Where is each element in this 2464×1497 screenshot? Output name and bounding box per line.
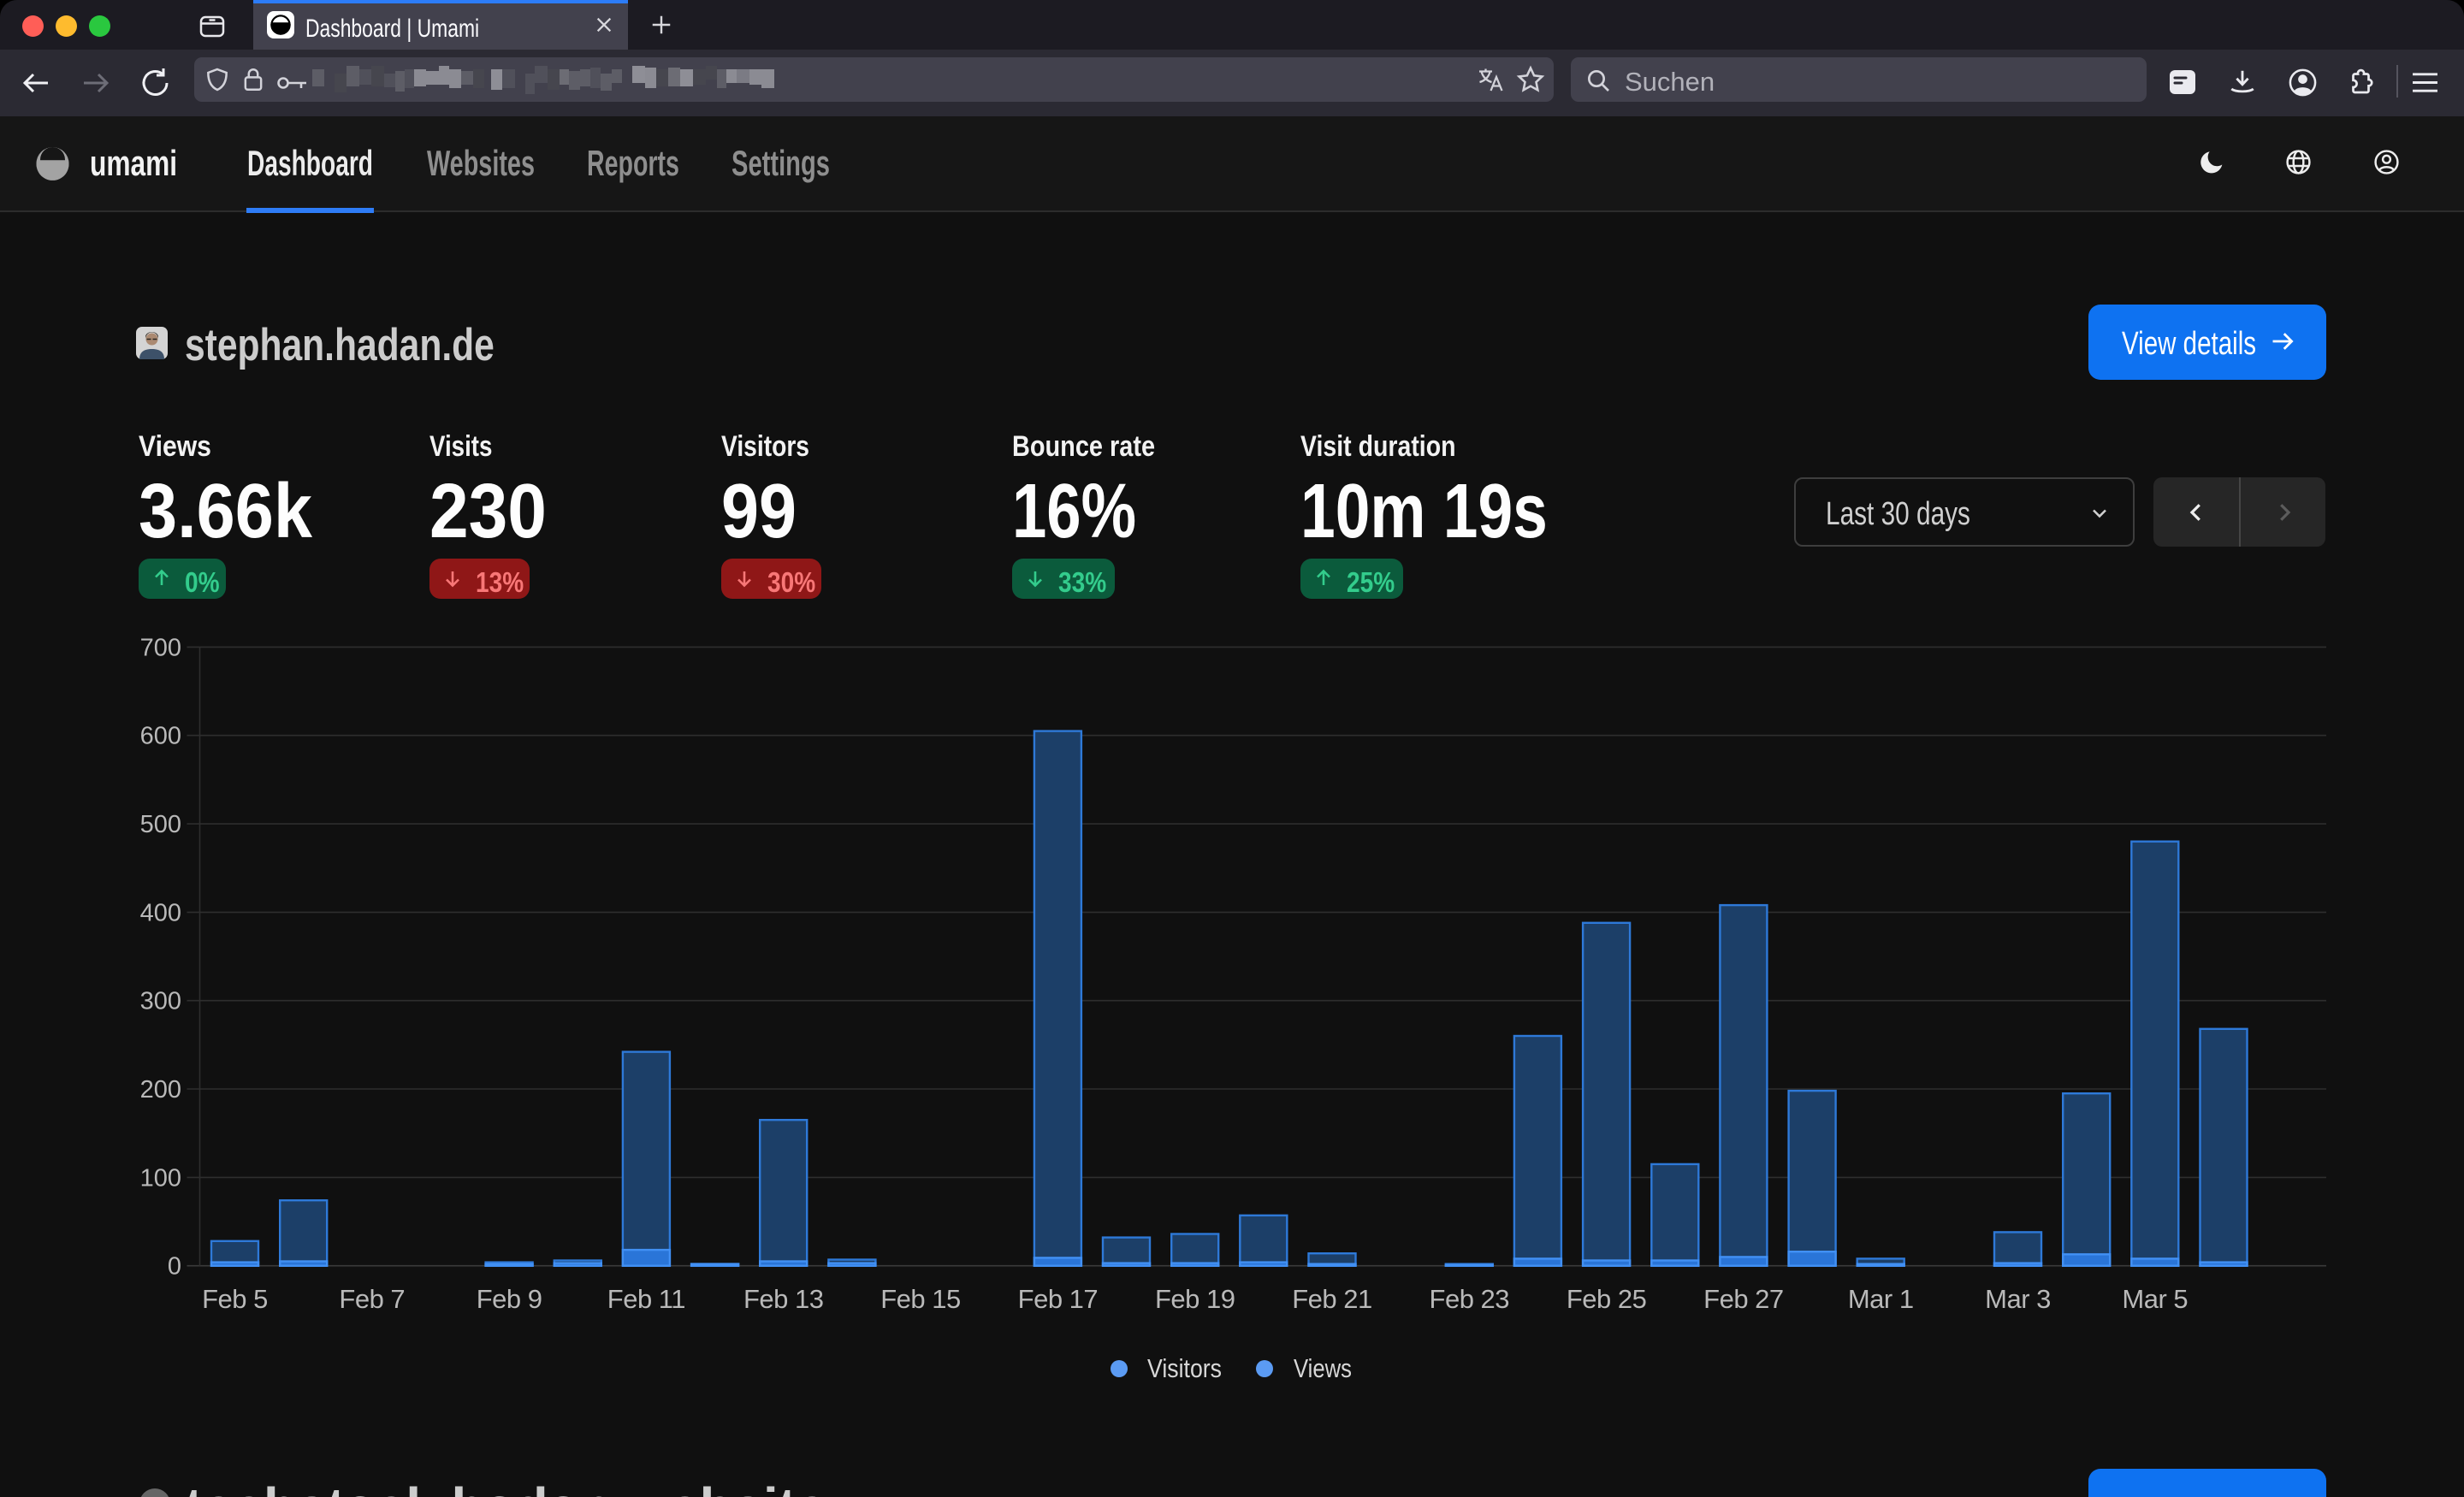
svg-text:200: 200 [140, 1076, 181, 1104]
svg-text:Feb 7: Feb 7 [339, 1284, 405, 1314]
svg-text:400: 400 [140, 899, 181, 926]
svg-text:Mar 1: Mar 1 [1848, 1284, 1914, 1314]
svg-text:Feb 23: Feb 23 [1430, 1284, 1510, 1314]
svg-text:Feb 27: Feb 27 [1703, 1284, 1784, 1314]
svg-text:Mar 5: Mar 5 [2122, 1284, 2188, 1314]
svg-text:300: 300 [140, 988, 181, 1015]
svg-text:Feb 9: Feb 9 [477, 1284, 542, 1314]
svg-text:Feb 15: Feb 15 [880, 1284, 961, 1314]
svg-text:500: 500 [140, 811, 181, 838]
svg-text:Feb 13: Feb 13 [743, 1284, 824, 1314]
svg-text:Feb 17: Feb 17 [1018, 1284, 1099, 1314]
svg-text:Mar 3: Mar 3 [1985, 1284, 2051, 1314]
svg-text:Feb 19: Feb 19 [1155, 1284, 1235, 1314]
svg-text:Feb 5: Feb 5 [202, 1284, 268, 1314]
svg-text:0: 0 [168, 1253, 181, 1281]
svg-text:600: 600 [140, 723, 181, 750]
svg-text:Feb 25: Feb 25 [1567, 1284, 1647, 1314]
svg-text:100: 100 [140, 1164, 181, 1192]
svg-text:700: 700 [140, 634, 181, 661]
svg-text:Feb 21: Feb 21 [1292, 1284, 1372, 1314]
svg-text:Feb 11: Feb 11 [607, 1284, 685, 1314]
